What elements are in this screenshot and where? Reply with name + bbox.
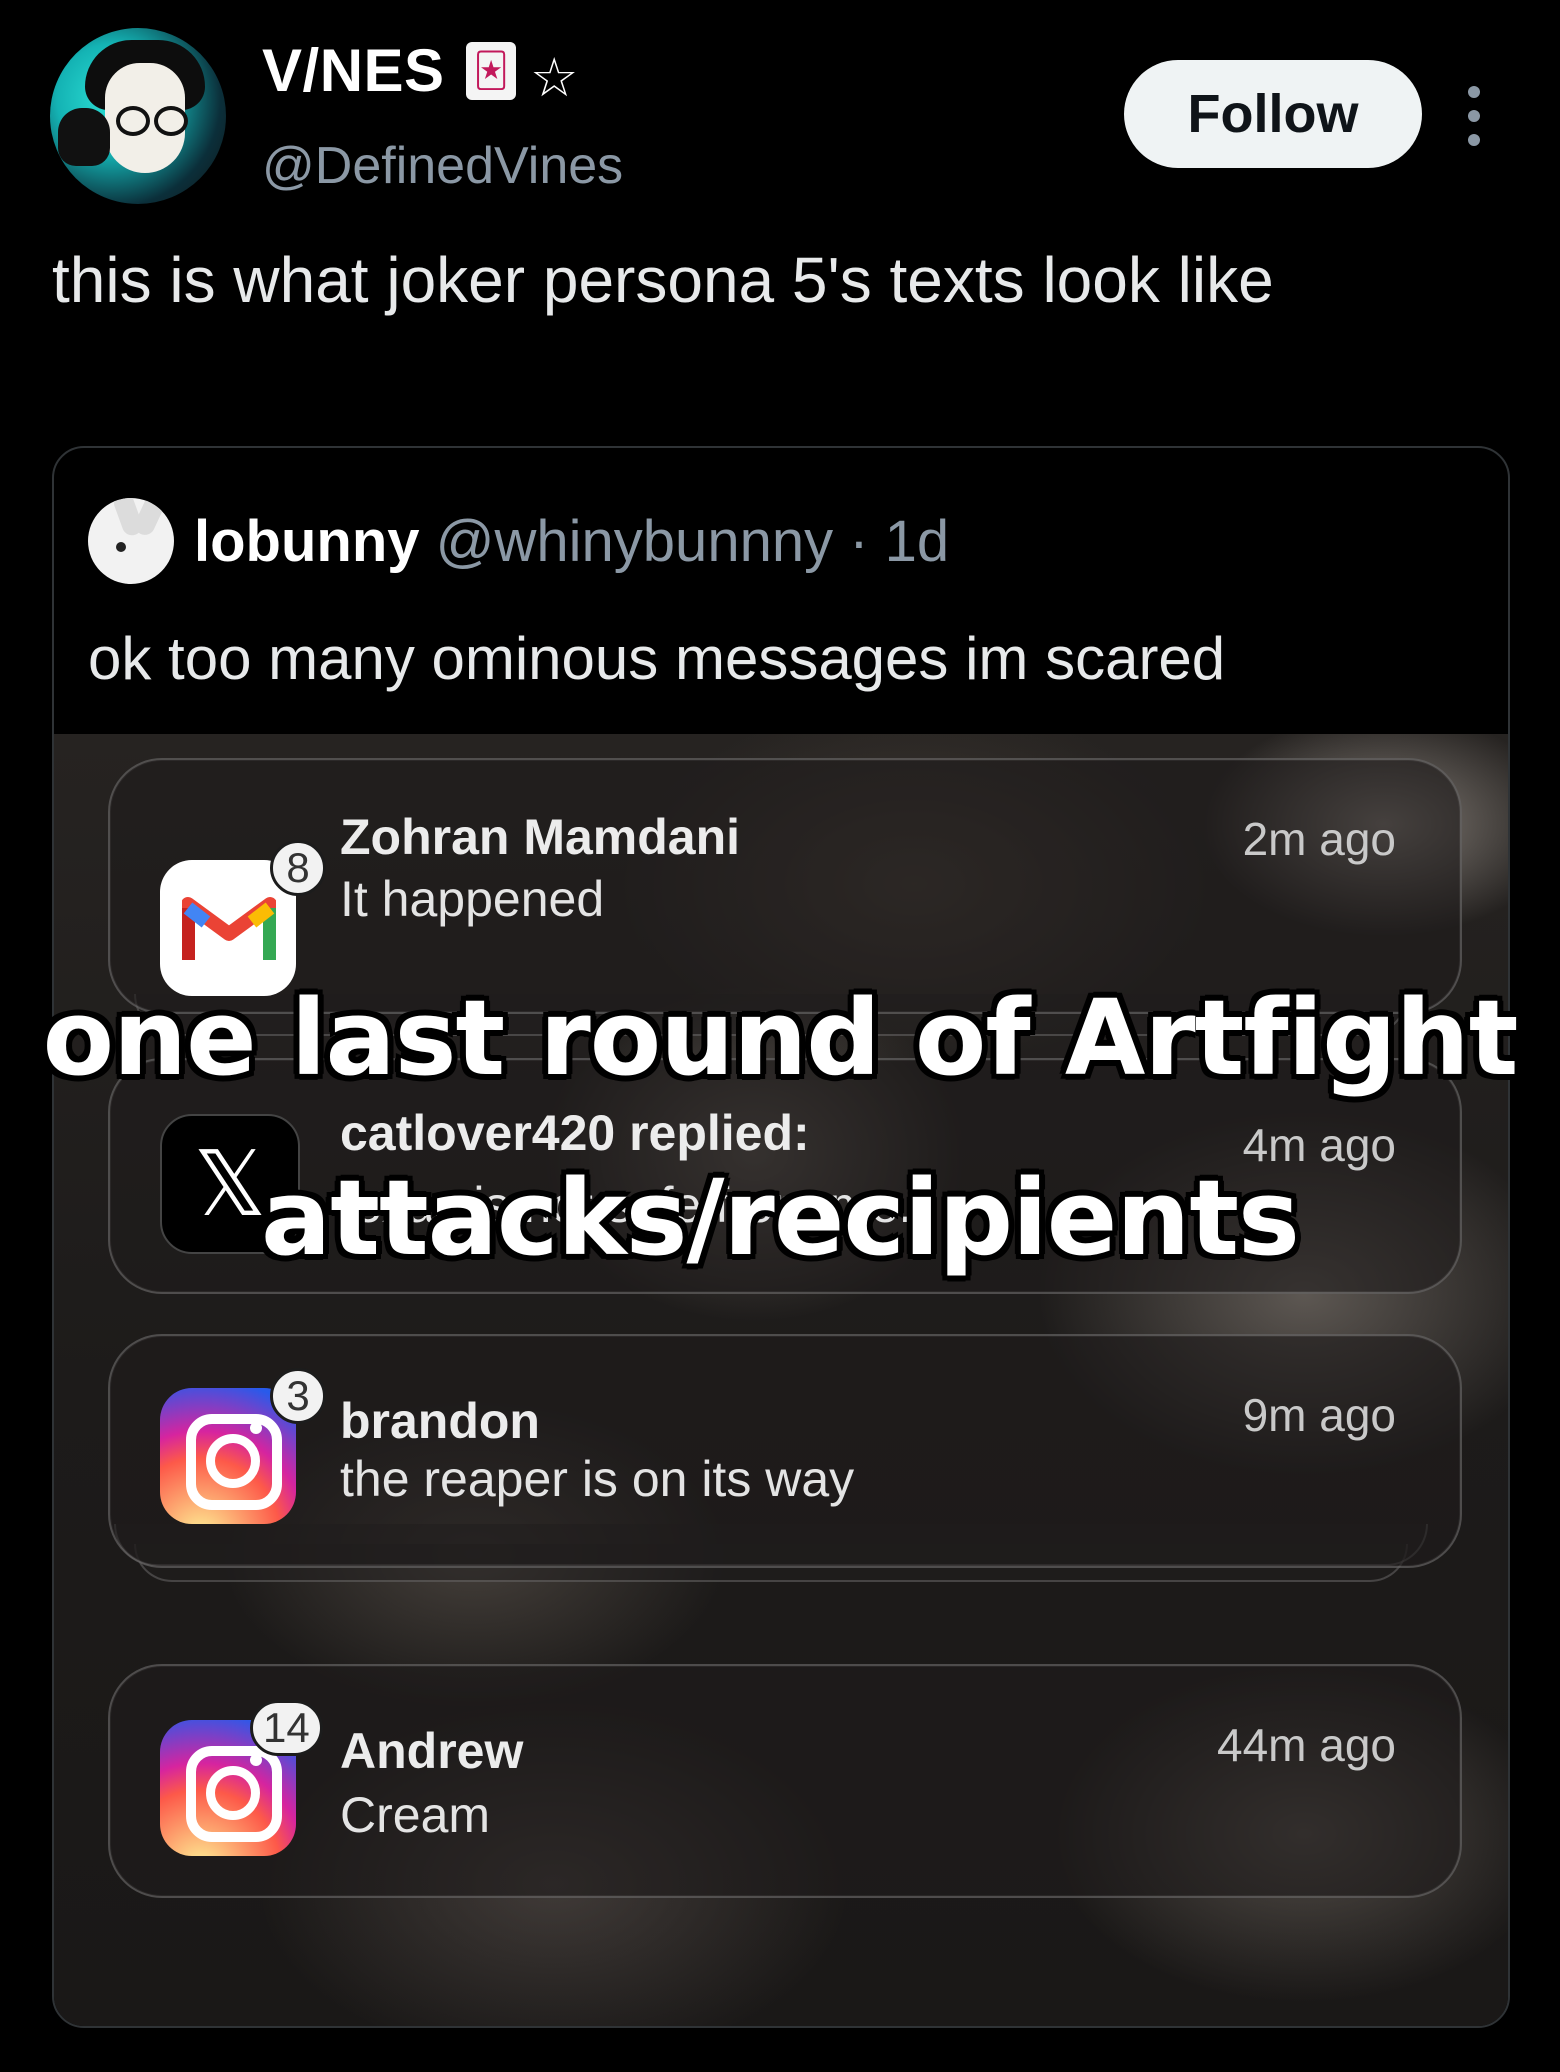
follow-button[interactable]: Follow <box>1124 60 1422 168</box>
quoted-author-name[interactable]: lobunny <box>194 509 420 574</box>
notification-card[interactable]: 14 Andrew Cream 44m ago <box>108 1664 1462 1898</box>
author-display-name[interactable]: V/NES <box>262 36 445 105</box>
notification-message: Cream <box>340 1787 491 1843</box>
quoted-post-header: lobunny @whinybunnny · 1d <box>194 508 949 575</box>
quoted-post-time: 1d <box>884 509 950 574</box>
notification-time: 2m ago <box>1242 813 1396 865</box>
unread-count-badge: 3 <box>270 1368 326 1424</box>
star-icon: ☆ <box>530 48 579 108</box>
quoted-author-avatar[interactable] <box>88 498 174 584</box>
meta-separator: · <box>849 509 869 574</box>
quoted-post-text: ok too many ominous messages im scared <box>88 625 1226 692</box>
joker-card-emoji-icon: 🃏 <box>466 42 516 100</box>
notification-time: 44m ago <box>1216 1719 1396 1771</box>
author-avatar[interactable] <box>50 28 226 204</box>
notification-message: It happened <box>340 871 605 927</box>
avatar-glasses-left <box>116 106 150 136</box>
unread-count-badge: 14 <box>250 1700 323 1756</box>
notification-sender: brandon <box>340 1393 540 1449</box>
more-options-icon[interactable] <box>1464 86 1484 146</box>
quoted-author-handle[interactable]: @whinybunnny <box>436 509 833 574</box>
avatar-glasses-right <box>154 106 188 136</box>
quoted-post-media[interactable]: 8 Zohran Mamdani It happened 2m ago 𝕏 ca… <box>54 734 1508 2026</box>
unread-count-badge: 8 <box>270 840 326 896</box>
notification-time: 9m ago <box>1242 1389 1396 1441</box>
avatar-cat <box>58 108 110 166</box>
notification-sender: Andrew <box>340 1723 524 1779</box>
notification-message: the reaper is on its way <box>340 1451 855 1507</box>
video-caption-line: one last round of Artfight <box>42 977 1519 1099</box>
video-caption-line: attacks/recipients <box>261 1157 1300 1279</box>
post-text: this is what joker persona 5's texts loo… <box>52 244 1274 316</box>
notification-card[interactable]: 3 brandon the reaper is on its way 9m ag… <box>108 1334 1462 1568</box>
author-handle[interactable]: @DefinedVines <box>262 136 623 196</box>
notification-sender: catlover420 replied: <box>340 1105 810 1161</box>
notification-sender: Zohran Mamdani <box>340 809 741 865</box>
